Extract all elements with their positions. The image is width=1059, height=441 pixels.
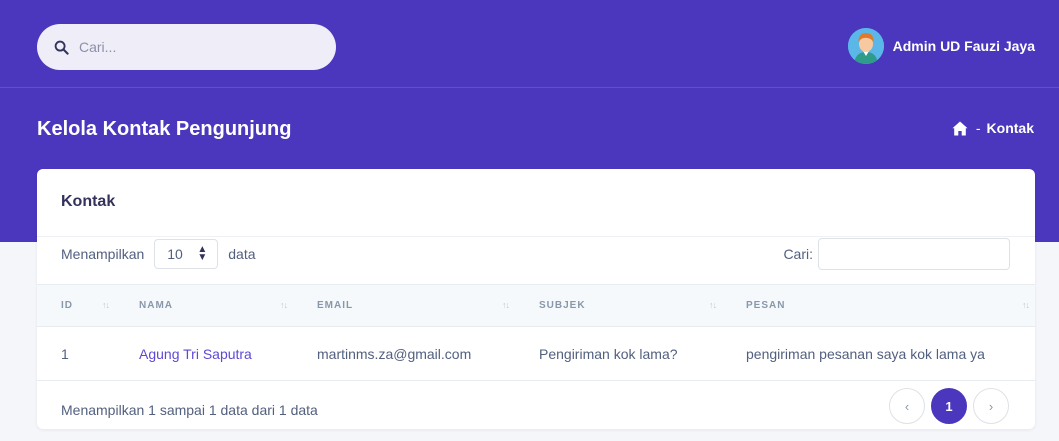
card-title: Kontak: [61, 193, 116, 210]
length-suffix-label: data: [228, 246, 256, 262]
column-header-nama[interactable]: NAMA ↑↓: [115, 284, 293, 327]
page-length-value: 10: [167, 246, 183, 262]
column-header-id[interactable]: ID ↑↓: [37, 284, 115, 327]
search-icon: [54, 40, 69, 55]
select-arrows-icon: ▲ ▼: [197, 244, 208, 263]
filter-input[interactable]: [818, 238, 1010, 270]
table-header-row: ID ↑↓ NAMA ↑↓ EMAIL ↑↓ SUBJEK ↑↓ PESAN ↑↓: [37, 284, 1035, 327]
table-filter: Cari:: [783, 238, 1010, 270]
user-menu[interactable]: Admin UD Fauzi Jaya: [847, 28, 1035, 64]
page-length-select[interactable]: 10 ▲ ▼: [154, 239, 219, 269]
length-prefix-label: Menampilkan: [61, 246, 145, 262]
user-avatar[interactable]: [847, 28, 884, 64]
pagination-next-button[interactable]: ›: [973, 388, 1009, 424]
home-icon[interactable]: [952, 121, 968, 136]
pagination-prev-button[interactable]: ‹: [889, 388, 925, 424]
avatar-icon: [847, 28, 884, 64]
sort-icon: ↑↓: [102, 300, 110, 310]
cell-email: martinms.za@gmail.com: [293, 326, 515, 381]
user-name[interactable]: Admin UD Fauzi Jaya: [893, 38, 1035, 54]
column-header-subjek[interactable]: SUBJEK ↑↓: [515, 284, 722, 327]
sort-icon: ↑↓: [709, 300, 717, 310]
pagination-page-1[interactable]: 1: [931, 388, 967, 424]
page-title: Kelola Kontak Pengunjung: [37, 118, 292, 140]
sort-icon: ↑↓: [280, 300, 288, 310]
breadcrumb: - Kontak: [952, 120, 1034, 136]
breadcrumb-current: Kontak: [986, 120, 1034, 136]
cell-id: 1: [37, 326, 115, 381]
cell-nama[interactable]: Agung Tri Saputra: [115, 326, 293, 381]
contacts-table: ID ↑↓ NAMA ↑↓ EMAIL ↑↓ SUBJEK ↑↓ PESAN ↑↓ 1 A…: [37, 284, 1035, 381]
search-input[interactable]: Cari...: [79, 39, 116, 55]
table-info: Menampilkan 1 sampai 1 data dari 1 data: [61, 402, 318, 418]
page-length-control: Menampilkan 10 ▲ ▼ data: [61, 238, 256, 270]
column-header-pesan[interactable]: PESAN ↑↓: [722, 284, 1035, 327]
column-header-email[interactable]: EMAIL ↑↓: [293, 284, 515, 327]
filter-label: Cari:: [783, 246, 813, 262]
table-row: 1 Agung Tri Saputra martinms.za@gmail.co…: [37, 326, 1035, 381]
header-divider: [0, 87, 1059, 88]
cell-subjek: Pengiriman kok lama?: [515, 326, 722, 381]
contacts-card: Kontak Menampilkan 10 ▲ ▼ data Cari: ID ↑↓…: [37, 169, 1035, 429]
search-bar[interactable]: Cari...: [37, 24, 336, 70]
breadcrumb-separator: -: [975, 120, 981, 136]
pagination: ‹ 1 ›: [883, 388, 1009, 424]
card-header: Kontak: [37, 169, 1035, 237]
sort-icon: ↑↓: [1022, 300, 1030, 310]
sort-icon: ↑↓: [502, 300, 510, 310]
cell-pesan: pengiriman pesanan saya kok lama ya: [722, 326, 1035, 381]
